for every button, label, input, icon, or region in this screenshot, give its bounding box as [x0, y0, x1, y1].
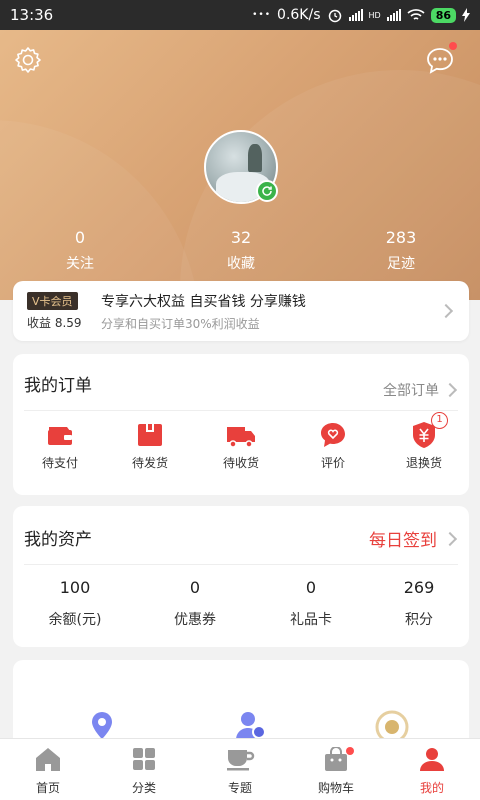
asset-balance[interactable]: 100 余额(元)	[30, 578, 120, 629]
truck-icon	[226, 420, 256, 450]
tab-label: 我的	[419, 781, 444, 795]
asset-coupons[interactable]: 0 优惠券	[150, 578, 240, 629]
user-icon	[420, 748, 444, 771]
stat-label: 收藏	[227, 256, 255, 272]
settings-button[interactable]	[13, 45, 43, 75]
vip-earnings: 收益 8.59	[27, 316, 82, 330]
order-label: 退换货	[405, 456, 442, 470]
stat-label: 关注	[66, 256, 94, 272]
tab-label: 首页	[35, 781, 60, 795]
wallet-icon	[45, 420, 75, 450]
daily-checkin-link[interactable]: 每日签到	[369, 526, 458, 551]
vip-tag: V卡会员	[27, 292, 78, 310]
wifi-icon	[407, 9, 425, 20]
asset-value: 269	[403, 578, 435, 597]
signal-icon	[348, 9, 363, 21]
user-verified-icon[interactable]	[233, 708, 267, 742]
daily-checkin-label: 每日签到	[369, 531, 437, 551]
heart-chat-icon	[318, 420, 348, 450]
order-pending-receipt[interactable]: 待收货	[206, 420, 276, 471]
yen-shield-icon: 1	[409, 412, 448, 450]
asset-label: 优惠券	[174, 612, 216, 628]
divider	[24, 564, 458, 565]
order-pending-shipment[interactable]: 待发货	[115, 420, 185, 471]
home-icon	[36, 748, 60, 771]
tab-cart[interactable]: 购物车	[288, 739, 384, 800]
all-orders-label: 全部订单	[383, 383, 439, 399]
alarm-icon	[328, 9, 341, 23]
network-speed: 0.6K/s	[277, 7, 321, 23]
battery-level: 86	[430, 7, 456, 23]
chevron-right-icon	[438, 303, 454, 319]
unread-dot	[449, 42, 457, 50]
assets-title: 我的资产	[24, 530, 92, 550]
network-type: HD	[368, 10, 381, 20]
refresh-icon	[262, 186, 272, 196]
status-bar: 13:36 ••• 0.6K/s HD 86	[0, 0, 480, 30]
stat-value: 0	[74, 228, 86, 247]
tab-home[interactable]: 首页	[0, 739, 96, 800]
stat-favorites[interactable]: 32 收藏	[191, 228, 291, 273]
box-icon	[135, 420, 165, 450]
asset-label: 余额(元)	[48, 612, 102, 628]
tab-label: 分类	[131, 781, 156, 795]
vip-subtitle: 分享和自买订单30%利润收益	[101, 317, 260, 331]
order-label: 待收货	[222, 456, 259, 470]
order-review[interactable]: 评价	[298, 420, 368, 471]
vip-card-banner[interactable]: V卡会员 收益 8.59 专享六大权益 自买省钱 分享赚钱 分享和自买订单30%…	[13, 281, 469, 341]
signal-icon-2	[386, 9, 401, 21]
divider	[24, 410, 458, 411]
stat-label: 足迹	[387, 256, 415, 272]
cart-notification-dot	[346, 747, 354, 755]
asset-label: 礼品卡	[290, 612, 332, 628]
returns-count-badge: 1	[431, 412, 448, 429]
sync-badge	[256, 180, 278, 202]
order-pending-payment[interactable]: 待支付	[25, 420, 95, 471]
messages-button[interactable]	[425, 42, 457, 75]
tab-profile[interactable]: 我的	[384, 739, 480, 800]
tab-topics[interactable]: 专题	[192, 739, 288, 800]
chevron-right-icon	[442, 382, 458, 398]
charging-icon	[462, 8, 470, 22]
stat-value: 32	[230, 228, 252, 247]
all-orders-link[interactable]: 全部订单	[383, 380, 458, 400]
order-label: 待支付	[41, 456, 78, 470]
stat-value: 283	[385, 228, 417, 247]
stat-history[interactable]: 283 足迹	[351, 228, 451, 273]
asset-value: 0	[305, 578, 317, 597]
orders-card: 我的订单 全部订单 待支付 待发货 待收货 评价 1 退换货	[13, 354, 469, 495]
cup-icon	[227, 750, 255, 771]
order-returns[interactable]: 1 退换货	[389, 412, 459, 471]
asset-value: 0	[189, 578, 201, 597]
orders-title: 我的订单	[24, 376, 92, 396]
status-time: 13:36	[10, 6, 54, 24]
asset-label: 积分	[405, 612, 433, 628]
location-pin-icon[interactable]	[87, 710, 117, 740]
tab-categories[interactable]: 分类	[96, 739, 192, 800]
asset-gift-cards[interactable]: 0 礼品卡	[266, 578, 356, 629]
tab-label: 专题	[227, 781, 252, 795]
asset-points[interactable]: 269 积分	[374, 578, 464, 629]
tab-label: 购物车	[317, 781, 354, 795]
asset-value: 100	[59, 578, 91, 597]
gear-icon	[15, 47, 41, 73]
bottom-tab-bar: 首页 分类 专题 购物车 我的	[0, 738, 480, 800]
order-label: 待发货	[131, 456, 168, 470]
chevron-right-icon	[442, 531, 458, 546]
vip-title: 专享六大权益 自买省钱 分享赚钱	[101, 294, 306, 310]
stat-following[interactable]: 0 关注	[30, 228, 130, 273]
grid-icon	[133, 748, 155, 770]
order-label: 评价	[320, 456, 345, 470]
assets-card: 我的资产 每日签到 100 余额(元) 0 优惠券 0 礼品卡 269 积分	[13, 506, 469, 647]
